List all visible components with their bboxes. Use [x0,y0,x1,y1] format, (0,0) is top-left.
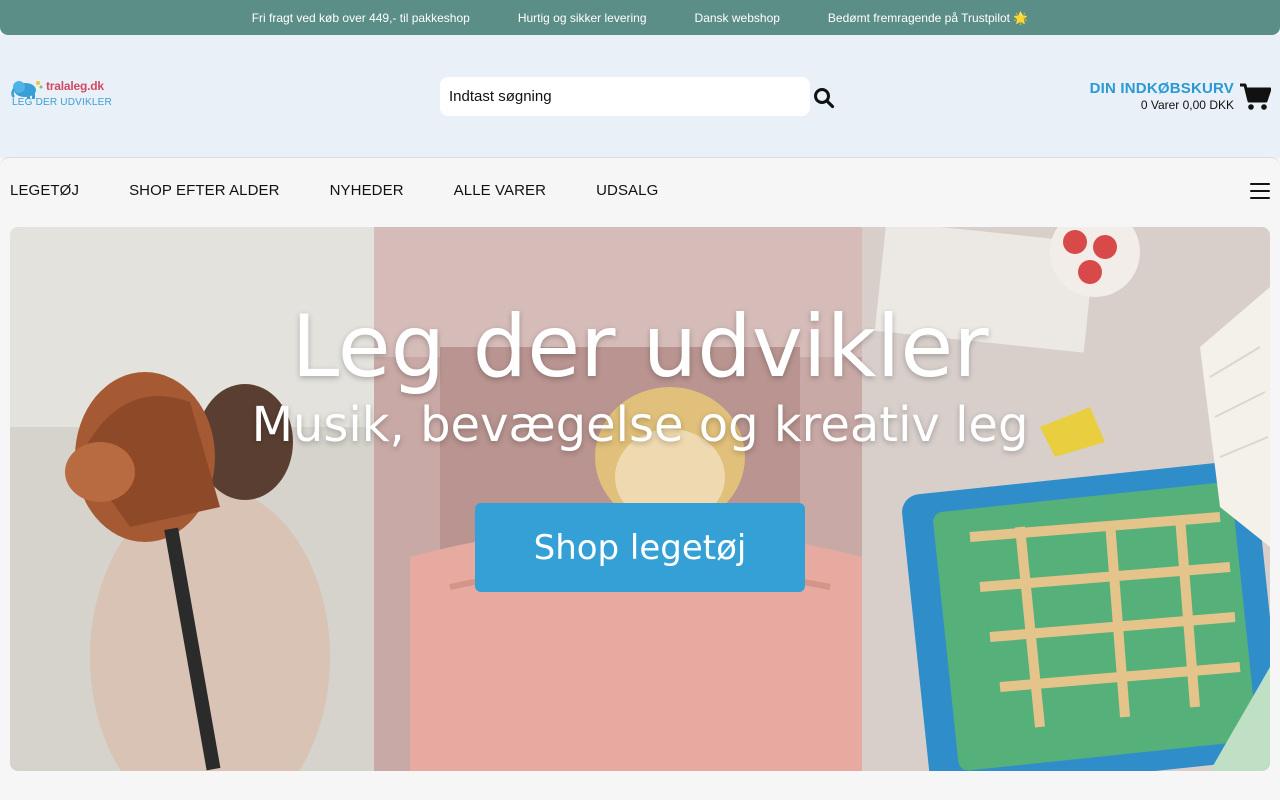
site-logo[interactable]: tralaleg.dk LEG DER UDVIKLER [10,79,112,115]
main-navigation: LEGETØJ SHOP EFTER ALDER NYHEDER ALLE VA… [0,157,1280,225]
cart-totals: 0 Varer 0,00 DKK [1140,98,1234,112]
hamburger-menu-icon[interactable] [1250,183,1270,200]
logo-name: tralaleg.dk [46,79,104,93]
banner-subheading: Musik, bevægelse og kreativ leg [251,397,1029,453]
cart-title: DIN INDKØBSKURV [1089,80,1234,97]
cart-summary[interactable]: DIN INDKØBSKURV 0 Varer 0,00 DKK [1090,80,1234,112]
nav-item-alle-varer[interactable]: ALLE VARER [454,182,546,199]
shopping-cart-icon[interactable] [1240,83,1272,111]
nav-item-nyheder[interactable]: NYHEDER [330,182,404,199]
nav-item-legetoj[interactable]: LEGETØJ [10,182,79,199]
logo-tagline: LEG DER UDVIKLER [12,97,112,108]
shop-toys-button[interactable]: Shop legetøj [475,503,805,592]
search-input[interactable] [440,77,810,116]
announcement-trustpilot: Bedømt fremragende på Trustpilot 🌟 [827,10,1029,25]
hero-banner[interactable]: Leg der udvikler Musik, bevægelse og kre… [10,227,1270,771]
announcement-danish-shop: Dansk webshop [694,10,780,25]
site-header: tralaleg.dk LEG DER UDVIKLER DIN INDKØBS… [0,35,1280,158]
nav-item-shop-efter-alder[interactable]: SHOP EFTER ALDER [129,182,280,199]
nav-item-udsalg[interactable]: UDSALG [596,182,658,199]
announcement-bar: Fri fragt ved køb over 449,- til pakkesh… [0,0,1280,35]
announcement-fast-delivery: Hurtig og sikker levering [517,10,647,25]
announcement-free-shipping: Fri fragt ved køb over 449,- til pakkesh… [251,10,470,25]
banner-heading: Leg der udvikler [291,297,989,397]
elephant-logo-icon [11,81,43,99]
search-icon[interactable] [813,87,835,109]
